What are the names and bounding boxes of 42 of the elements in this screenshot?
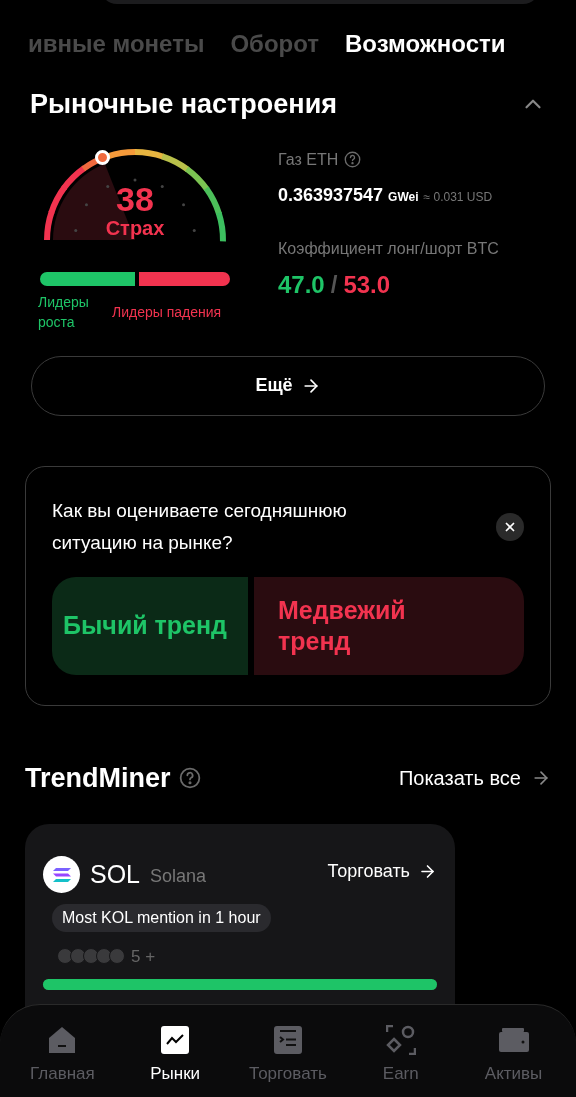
trade-link[interactable]: Торговать [327, 858, 437, 886]
stripes-icon [52, 867, 71, 882]
help-icon[interactable] [344, 151, 362, 168]
coin-symbol: SOL [90, 859, 141, 890]
long-ratio: 47.0 [278, 269, 325, 300]
mention-tag: Most KOL mention in 1 hour [52, 903, 271, 932]
nav-tab[interactable]: Рынки [125, 1025, 226, 1097]
vote-button[interactable]: Медвежий тренд [254, 576, 524, 675]
category-tab[interactable]: ивные монеты [28, 26, 205, 62]
nav-tab[interactable]: Главная [12, 1025, 113, 1097]
shapes-icon [385, 1025, 416, 1055]
nav-tab[interactable]: Earn [350, 1025, 451, 1097]
gas-usd: ≈ 0.031 USD [423, 188, 493, 206]
gainers-label: Лидеры роста [38, 292, 90, 332]
losers-label: Лидеры падения [112, 302, 222, 322]
ratio-separator: / [330, 269, 338, 300]
nav-tab[interactable]: Активы [463, 1025, 564, 1097]
category-tab[interactable]: Оборот [230, 26, 320, 62]
ratio-label: Коэффициент лонг/шорт BTC [278, 238, 499, 259]
gauge-pointer [95, 150, 111, 166]
avatar-stack [57, 948, 125, 965]
show-all-link[interactable]: Показать все [398, 762, 551, 793]
home-icon [47, 1025, 78, 1055]
coin-name: Solana [150, 865, 207, 889]
help-icon[interactable] [178, 766, 201, 789]
close-button[interactable] [496, 512, 524, 541]
terminal-icon [273, 1025, 303, 1055]
chart-icon [160, 1025, 191, 1055]
gas-value: 0.363937547 [278, 183, 384, 207]
wallet-icon [497, 1025, 530, 1055]
short-ratio: 53.0 [343, 269, 391, 300]
section-title: TrendMiner [25, 761, 171, 795]
gas-unit: GWei [388, 188, 419, 206]
vote-button[interactable]: Бычий тренд [52, 576, 248, 675]
category-tab[interactable]: Возможности [345, 26, 506, 62]
poll-question: Как вы оцениваете сегодняшнюю ситуацию на рынке? [52, 498, 348, 555]
gauge-label: Страх [105, 216, 165, 239]
gas-label: Газ ETH [278, 149, 339, 170]
nav-tab[interactable]: Торговать [238, 1025, 338, 1097]
section-title: Рыночные настроения [30, 88, 337, 121]
gauge-value: 38 [116, 180, 154, 217]
mention-count: 5 + [131, 945, 156, 968]
